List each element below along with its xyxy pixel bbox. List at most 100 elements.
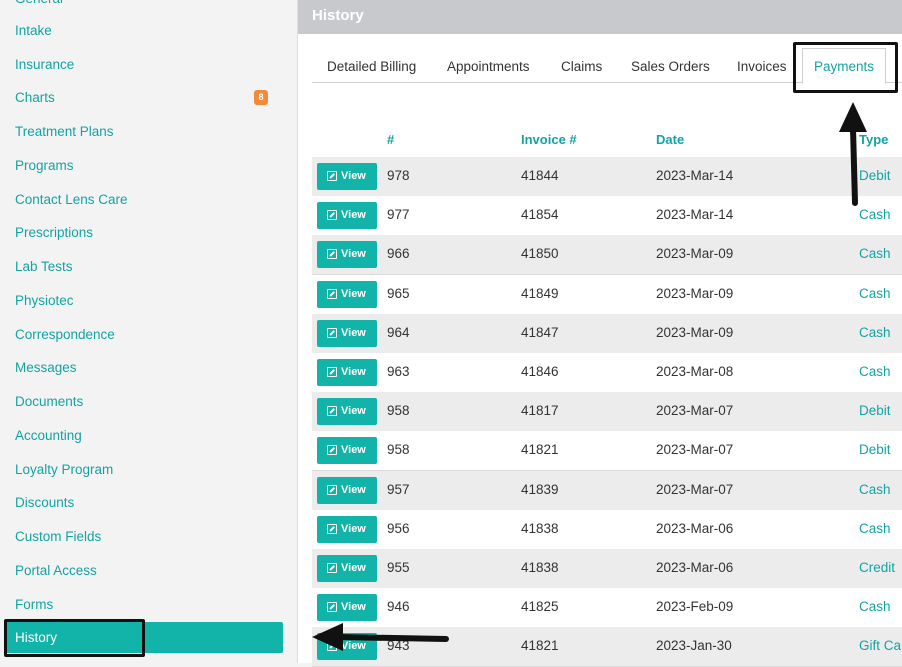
view-button[interactable]: View: [317, 594, 377, 622]
cell-date: 2023-Mar-08: [656, 364, 734, 379]
sidebar-item-correspondence[interactable]: Correspondence: [15, 326, 115, 344]
table-row: View 946 41825 2023-Feb-09 Cash: [312, 588, 902, 629]
charts-count-badge: 8: [254, 90, 268, 105]
sidebar-item-custom-fields[interactable]: Custom Fields: [15, 528, 101, 546]
section-header: History: [298, 0, 902, 34]
view-button[interactable]: View: [317, 319, 377, 347]
sidebar-item-intake[interactable]: Intake: [15, 22, 52, 40]
cell-number: 957: [387, 481, 410, 497]
tab-sales-orders[interactable]: Sales Orders: [631, 59, 710, 74]
tab-appointments[interactable]: Appointments: [447, 59, 530, 74]
external-link-icon: [327, 641, 337, 652]
sidebar-item-prescriptions[interactable]: Prescriptions: [15, 224, 93, 242]
sidebar-item-forms[interactable]: Forms: [15, 596, 53, 614]
cell-date: 2023-Mar-09: [656, 324, 734, 340]
sidebar-item-portal-access[interactable]: Portal Access: [15, 562, 97, 580]
view-button[interactable]: View: [317, 515, 377, 543]
tab-payments[interactable]: Payments: [802, 48, 886, 84]
view-button-label: View: [341, 483, 366, 496]
sidebar: General Intake Insurance Charts 8 Treatm…: [0, 0, 298, 663]
cell-type[interactable]: Credit: [859, 560, 895, 575]
sidebar-item-history-label: History: [15, 630, 58, 645]
page-title: History: [312, 7, 364, 24]
view-button[interactable]: View: [317, 202, 377, 230]
sidebar-item-general[interactable]: General: [15, 0, 63, 8]
cell-type[interactable]: Debit: [859, 168, 891, 183]
view-button[interactable]: View: [317, 280, 377, 308]
column-header-invoice[interactable]: Invoice #: [521, 132, 577, 147]
sidebar-item-contact-lens-care[interactable]: Contact Lens Care: [15, 191, 128, 209]
tab-detailed-billing[interactable]: Detailed Billing: [327, 59, 416, 74]
view-button[interactable]: View: [317, 398, 377, 426]
column-header-type[interactable]: Type: [859, 132, 888, 147]
sidebar-item-discounts[interactable]: Discounts: [15, 494, 74, 512]
cell-number: 956: [387, 520, 410, 536]
cell-type[interactable]: Cash: [859, 325, 891, 340]
external-link-icon: [327, 563, 337, 573]
cell-type[interactable]: Cash: [859, 207, 891, 222]
cell-type[interactable]: Cash: [859, 364, 891, 379]
cell-date: 2023-Mar-07: [656, 442, 734, 458]
view-button-label: View: [341, 366, 366, 378]
cell-type[interactable]: Cash: [859, 482, 891, 497]
view-button-label: View: [341, 170, 366, 182]
external-link-icon: [327, 406, 337, 417]
cell-type[interactable]: Cash: [859, 599, 891, 614]
cell-type[interactable]: Gift Card: [859, 638, 902, 653]
cell-invoice: 41850: [521, 246, 559, 262]
table-row: View 957 41839 2023-Mar-07 Cash: [312, 470, 902, 511]
sidebar-item-physiotec[interactable]: Physiotec: [15, 292, 74, 310]
cell-date: 2023-Mar-06: [656, 560, 734, 575]
sidebar-item-lab-tests[interactable]: Lab Tests: [15, 258, 73, 276]
tab-invoices[interactable]: Invoices: [737, 59, 787, 74]
cell-invoice: 41817: [521, 403, 559, 419]
sidebar-item-loyalty-program[interactable]: Loyalty Program: [15, 461, 113, 479]
view-button[interactable]: View: [317, 437, 377, 465]
view-button[interactable]: View: [317, 555, 377, 582]
cell-type[interactable]: Cash: [859, 286, 891, 301]
table-row: View 943 41821 2023-Jan-30 Gift Card: [312, 627, 902, 667]
view-button[interactable]: View: [317, 633, 377, 661]
view-button-label: View: [341, 562, 366, 574]
sidebar-item-accounting[interactable]: Accounting: [15, 427, 82, 445]
cell-type[interactable]: Cash: [859, 246, 891, 261]
column-header-number[interactable]: #: [387, 132, 394, 147]
table-row: View 978 41844 2023-Mar-14 Debit: [312, 157, 902, 197]
sidebar-item-messages[interactable]: Messages: [15, 359, 77, 377]
cell-invoice: 41838: [521, 560, 559, 575]
view-button[interactable]: View: [317, 359, 377, 386]
external-link-icon: [327, 484, 337, 495]
sidebar-item-charts[interactable]: Charts: [15, 89, 55, 107]
view-button[interactable]: View: [317, 476, 377, 504]
cell-type[interactable]: Debit: [859, 442, 891, 457]
column-header-date[interactable]: Date: [656, 132, 684, 147]
sidebar-item-programs[interactable]: Programs: [15, 157, 74, 175]
sidebar-item-insurance[interactable]: Insurance: [15, 56, 74, 74]
cell-invoice: 41821: [521, 442, 559, 458]
view-button-label: View: [341, 601, 366, 614]
cell-number: 964: [387, 324, 410, 340]
cell-number: 943: [387, 638, 410, 654]
cell-number: 955: [387, 560, 410, 575]
cell-invoice: 41846: [521, 364, 559, 379]
cell-number: 965: [387, 285, 410, 301]
sidebar-item-treatment-plans[interactable]: Treatment Plans: [15, 123, 114, 141]
external-link-icon: [327, 367, 337, 377]
cell-type[interactable]: Cash: [859, 521, 891, 536]
cell-date: 2023-Jan-30: [656, 638, 732, 654]
view-button-label: View: [341, 326, 366, 339]
sidebar-item-documents[interactable]: Documents: [15, 393, 83, 411]
table-row: View 963 41846 2023-Mar-08 Cash: [312, 353, 902, 393]
cell-type[interactable]: Debit: [859, 403, 891, 418]
cell-number: 958: [387, 403, 410, 419]
view-button-label: View: [341, 522, 366, 535]
cell-date: 2023-Feb-09: [656, 599, 734, 615]
view-button-label: View: [341, 248, 366, 261]
view-button[interactable]: View: [317, 241, 377, 269]
external-link-icon: [327, 210, 337, 221]
view-button-label: View: [341, 287, 366, 300]
view-button-label: View: [341, 640, 366, 653]
tab-claims[interactable]: Claims: [561, 59, 602, 74]
table-row: View 966 41850 2023-Mar-09 Cash: [312, 235, 902, 276]
view-button[interactable]: View: [317, 163, 377, 190]
